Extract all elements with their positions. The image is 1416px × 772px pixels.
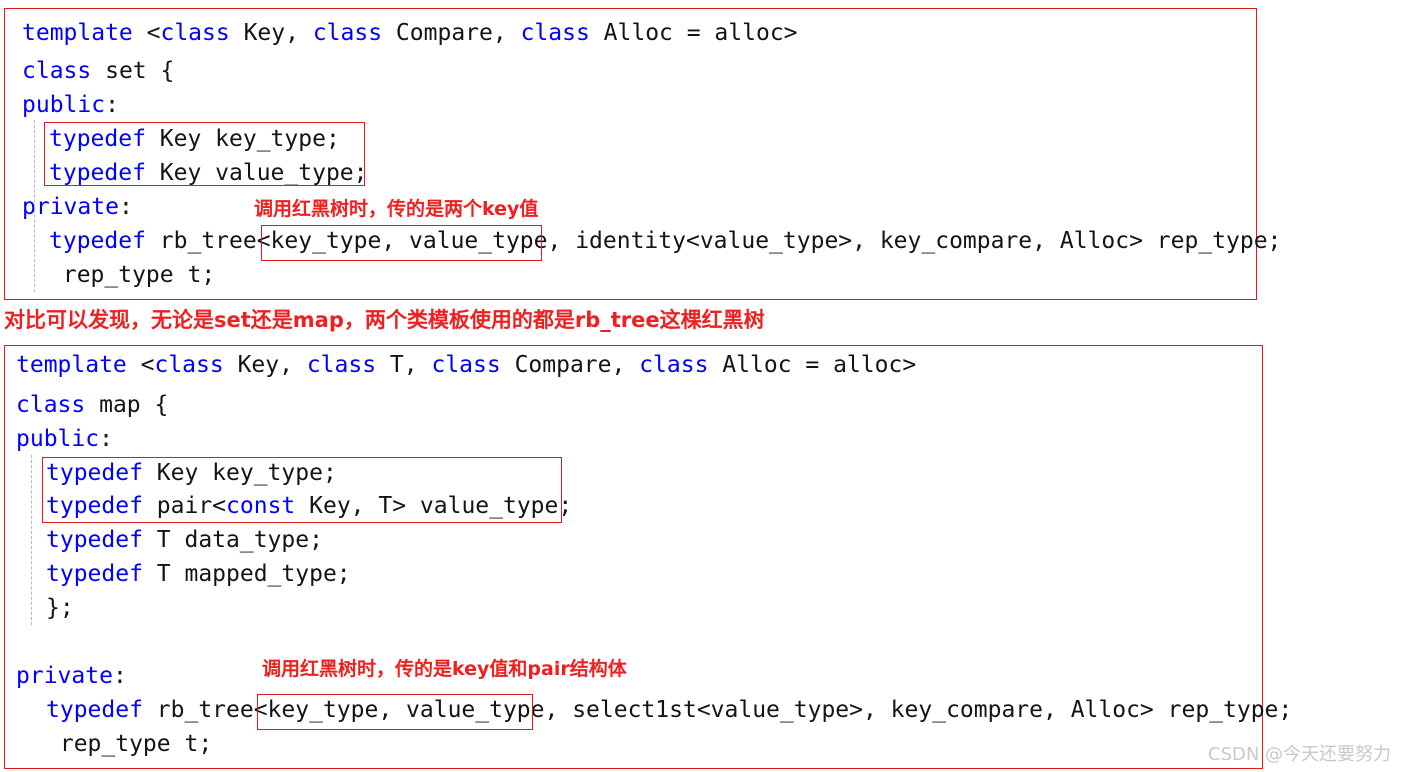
code-text: <	[140, 352, 155, 378]
code-text: Alloc = alloc>	[708, 352, 917, 378]
comparison-caption: 对比可以发现，无论是set还是map，两个类模板使用的都是rb_tree这棵红黑…	[4, 308, 765, 332]
code-line: class map {	[16, 393, 168, 417]
code-text: Key, T> value_type;	[295, 493, 573, 519]
code-keyword: typedef	[49, 228, 146, 254]
code-text: Key value_type;	[145, 160, 368, 186]
code-line: typedef T data_type;	[46, 528, 323, 552]
indent-guide	[31, 455, 32, 625]
code-text: Compare,	[382, 20, 521, 46]
code-text: rb_tree<key_type, value_type, identity<v…	[145, 228, 1282, 254]
code-line: public:	[16, 427, 113, 451]
code-text: rb_tree<key_type, value_type, select1st<…	[142, 697, 1293, 723]
code-text: rep_type t;	[46, 731, 213, 757]
code-line: rep_type t;	[46, 732, 212, 756]
code-line: typedef rb_tree<key_type, value_type, id…	[49, 229, 1281, 253]
set-annot: 调用红黑树时，传的是两个key值	[254, 198, 539, 220]
map-annot: 调用红黑树时，传的是key值和pair结构体	[262, 658, 627, 680]
code-keyword: private	[16, 663, 113, 689]
code-text: T,	[376, 352, 432, 378]
code-text: map {	[85, 392, 169, 418]
code-text: pair<	[142, 493, 227, 519]
code-keyword: typedef	[46, 460, 143, 486]
indent-guide	[34, 120, 35, 292]
code-text: Key,	[223, 352, 307, 378]
code-keyword: typedef	[49, 160, 146, 186]
code-text: :	[99, 426, 113, 452]
code-line: typedef Key value_type;	[49, 161, 368, 185]
code-text: Key key_type;	[142, 460, 337, 486]
code-text: :	[105, 92, 119, 118]
code-line: typedef T mapped_type;	[46, 562, 351, 586]
code-line: typedef rb_tree<key_type, value_type, se…	[46, 698, 1292, 722]
code-line: typedef pair<const Key, T> value_type;	[46, 494, 572, 518]
code-text: T data_type;	[142, 527, 323, 553]
code-keyword: class	[306, 352, 377, 378]
code-line: private:	[22, 195, 133, 219]
code-keyword: class	[16, 392, 86, 418]
code-keyword: class	[520, 20, 590, 46]
code-line: private:	[16, 664, 127, 688]
code-keyword: public	[22, 92, 106, 118]
code-text: <	[146, 20, 161, 46]
code-text: :	[118, 194, 133, 220]
code-keyword: typedef	[46, 561, 143, 587]
code-text: rep_type t;	[49, 262, 216, 288]
code-keyword: template	[22, 20, 147, 46]
code-keyword: private	[22, 194, 119, 220]
code-text: :	[112, 663, 127, 689]
code-line: rep_type t;	[49, 263, 215, 287]
code-keyword: class	[160, 20, 230, 46]
code-text: Key,	[229, 20, 313, 46]
code-keyword: public	[16, 426, 100, 452]
code-keyword: class	[639, 352, 709, 378]
code-keyword: class	[154, 352, 224, 378]
code-keyword: class	[431, 352, 501, 378]
csdn-watermark: CSDN @今天还要努力	[1208, 744, 1392, 765]
code-keyword: typedef	[46, 527, 143, 553]
code-line: typedef Key key_type;	[46, 461, 337, 485]
code-keyword: typedef	[46, 493, 143, 519]
set-code-block	[4, 8, 1257, 300]
code-line: class set {	[22, 59, 174, 83]
code-keyword: typedef	[49, 126, 146, 152]
code-keyword: template	[16, 352, 141, 378]
code-line: template <class Key, class T, class Comp…	[16, 353, 916, 377]
code-text: Key key_type;	[145, 126, 340, 152]
code-line: public:	[22, 93, 119, 117]
code-keyword: typedef	[46, 697, 143, 723]
code-keyword: const	[226, 493, 296, 519]
code-text: Alloc = alloc>	[589, 20, 798, 46]
code-text: T mapped_type;	[142, 561, 351, 587]
code-keyword: class	[312, 20, 383, 46]
code-line: typedef Key key_type;	[49, 127, 340, 151]
code-line: };	[46, 596, 74, 620]
code-text: set {	[91, 58, 175, 84]
code-text: Compare,	[500, 352, 640, 378]
code-text: };	[46, 595, 74, 621]
code-keyword: class	[22, 58, 92, 84]
code-line: template <class Key, class Compare, clas…	[22, 21, 798, 45]
